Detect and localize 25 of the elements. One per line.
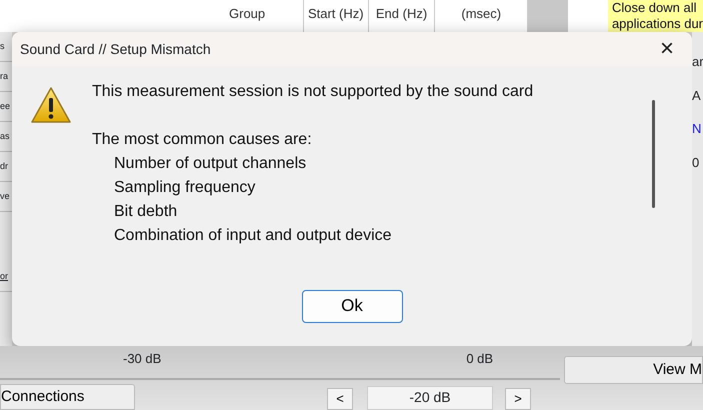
scale-label: -30 dB (123, 350, 162, 368)
step-down-button[interactable]: < (327, 388, 353, 410)
close-button[interactable]: × (650, 37, 684, 61)
message-text: The most common causes are: (92, 130, 313, 150)
link-text[interactable]: N (692, 119, 703, 138)
cause-text: Combination of input and output device (113, 226, 393, 246)
ok-button[interactable]: Ok (302, 290, 402, 322)
step-up-button[interactable]: > (505, 388, 531, 410)
view-button[interactable]: View M (564, 356, 703, 384)
connections-button[interactable]: Connections (0, 384, 135, 410)
side-text: 0 (692, 154, 700, 172)
scale-label: 0 dB (466, 350, 494, 368)
cause-text: Number of output channels (113, 154, 308, 174)
note-text: applications dur (612, 16, 703, 32)
side-text: ar (692, 53, 703, 71)
cause-text: Sampling frequency (113, 178, 256, 198)
note-text: Close down all (612, 0, 698, 16)
message-text: This measurement session is not supported by the sound card (92, 82, 534, 102)
scrollbar (528, 0, 568, 32)
window-title: Sound Card // Setup Mismatch (20, 40, 211, 59)
cause-text: Bit debth (113, 202, 178, 222)
warning-icon (30, 86, 72, 124)
level-field: -20 dB (367, 386, 493, 410)
column-header: End (Hz) (368, 0, 436, 32)
side-text: A (692, 86, 702, 104)
